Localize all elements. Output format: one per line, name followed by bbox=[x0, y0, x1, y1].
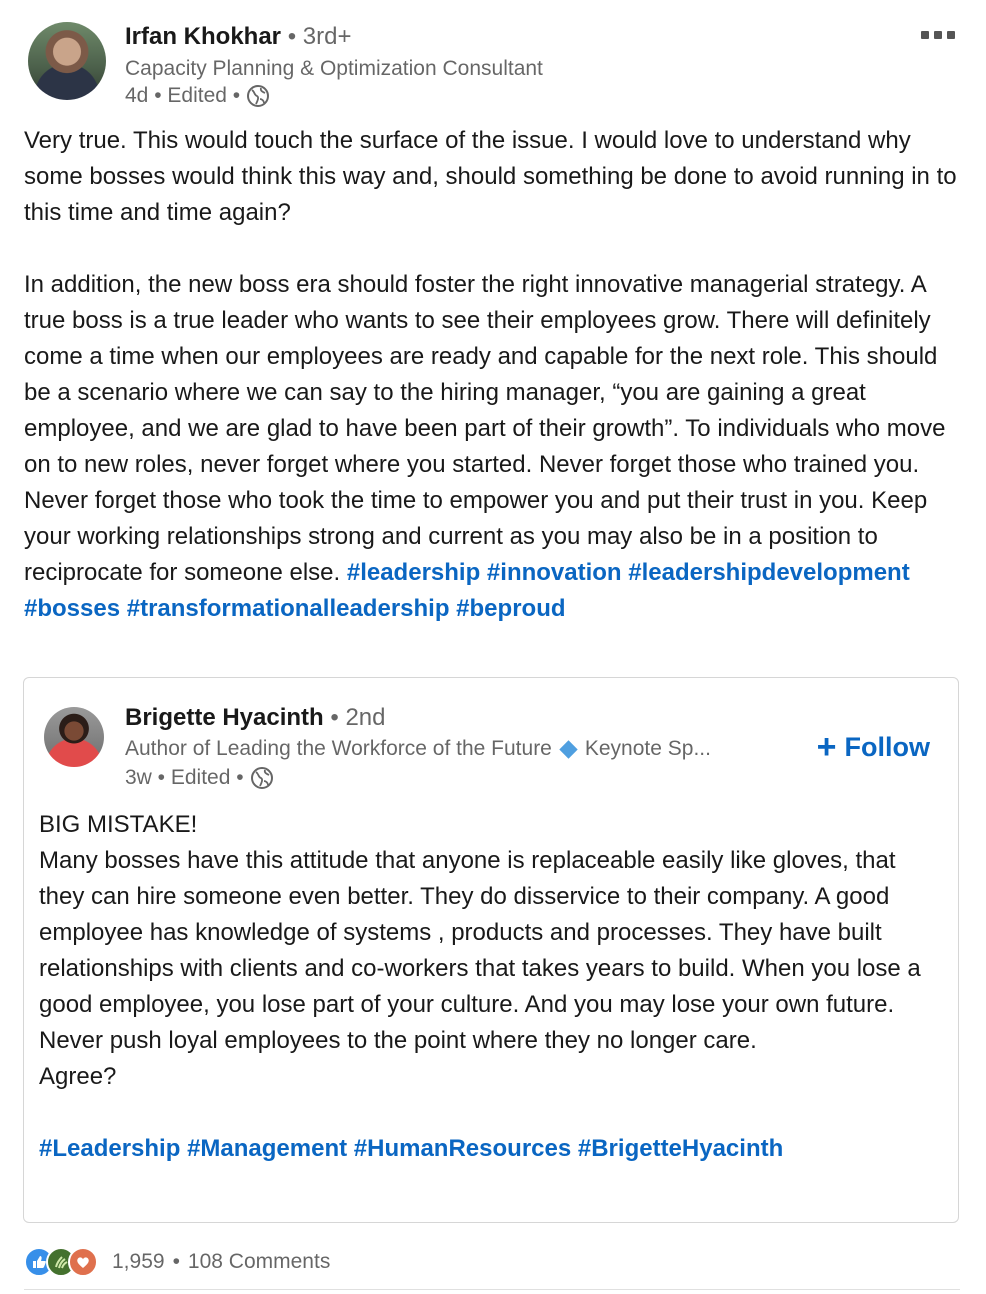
author-avatar[interactable] bbox=[28, 22, 106, 100]
shared-author-headline: Author of Leading the Workforce of the F… bbox=[125, 737, 711, 761]
more-options-icon[interactable] bbox=[918, 28, 958, 42]
post-time: 4d • Edited • bbox=[125, 84, 241, 107]
hashtag-link[interactable]: #bosses bbox=[24, 595, 120, 622]
shared-post-time: 3w • Edited • bbox=[125, 766, 244, 789]
shared-post-text: BIG MISTAKE! Many bosses have this attit… bbox=[39, 811, 921, 1090]
globe-icon bbox=[250, 767, 273, 789]
post-author-header: Irfan Khokhar • 3rd+ Capacity Planning &… bbox=[28, 20, 958, 107]
globe-icon bbox=[247, 85, 270, 107]
hashtag-link[interactable]: #leadershipdevelopment bbox=[628, 559, 909, 586]
plus-icon: + bbox=[816, 728, 837, 766]
post-body: Very true. This would touch the surface … bbox=[24, 123, 964, 627]
shared-post-card[interactable]: Brigette Hyacinth • 2nd Author of Leadin… bbox=[23, 677, 959, 1223]
hashtag-link[interactable]: #innovation bbox=[487, 559, 622, 586]
shared-headline-part-2: Keynote Sp... bbox=[584, 737, 711, 760]
shared-post-meta: 3w • Edited • bbox=[125, 766, 274, 790]
post-meta: 4d • Edited • bbox=[125, 84, 270, 108]
shared-post-body: BIG MISTAKE! Many bosses have this attit… bbox=[39, 807, 939, 1167]
reaction-count[interactable]: 1,959 bbox=[112, 1250, 165, 1274]
connection-degree: • 3rd+ bbox=[287, 23, 352, 50]
author-name-line: Irfan Khokhar • 3rd+ bbox=[125, 23, 351, 51]
social-counts: 1,959 • 108 Comments bbox=[24, 1246, 330, 1278]
author-name[interactable]: Irfan Khokhar bbox=[125, 23, 281, 50]
hashtag-link[interactable]: #leadership bbox=[347, 559, 480, 586]
shared-author-name-line: Brigette Hyacinth • 2nd bbox=[125, 704, 386, 732]
shared-headline-part-1: Author of Leading the Workforce of the F… bbox=[125, 737, 552, 760]
shared-connection-degree: • 2nd bbox=[330, 704, 386, 731]
feed-post: Irfan Khokhar • 3rd+ Capacity Planning &… bbox=[0, 0, 986, 1294]
follow-button[interactable]: + Follow bbox=[817, 730, 930, 764]
diamond-icon bbox=[559, 739, 578, 759]
shared-author-name[interactable]: Brigette Hyacinth bbox=[125, 704, 324, 731]
reaction-icons[interactable] bbox=[24, 1247, 98, 1277]
shared-author-avatar[interactable] bbox=[44, 707, 104, 767]
hashtag-link[interactable]: #beproud bbox=[456, 595, 565, 622]
divider bbox=[24, 1289, 960, 1290]
comments-count[interactable]: 108 Comments bbox=[188, 1250, 330, 1274]
separator-dot: • bbox=[172, 1250, 180, 1273]
hashtag-link[interactable]: #BrigetteHyacinth bbox=[578, 1135, 783, 1162]
follow-label: Follow bbox=[844, 731, 930, 762]
post-paragraph-2: In addition, the new boss era should fos… bbox=[24, 271, 953, 586]
hashtag-link[interactable]: #Leadership bbox=[39, 1135, 180, 1162]
hashtag-link[interactable]: #Management bbox=[187, 1135, 347, 1162]
author-headline: Capacity Planning & Optimization Consult… bbox=[125, 57, 543, 80]
love-icon bbox=[68, 1247, 98, 1277]
hashtag-link[interactable]: #transformationalleadership bbox=[127, 595, 450, 622]
hashtag-link[interactable]: #HumanResources bbox=[354, 1135, 571, 1162]
post-paragraph-1: Very true. This would touch the surface … bbox=[24, 127, 964, 226]
